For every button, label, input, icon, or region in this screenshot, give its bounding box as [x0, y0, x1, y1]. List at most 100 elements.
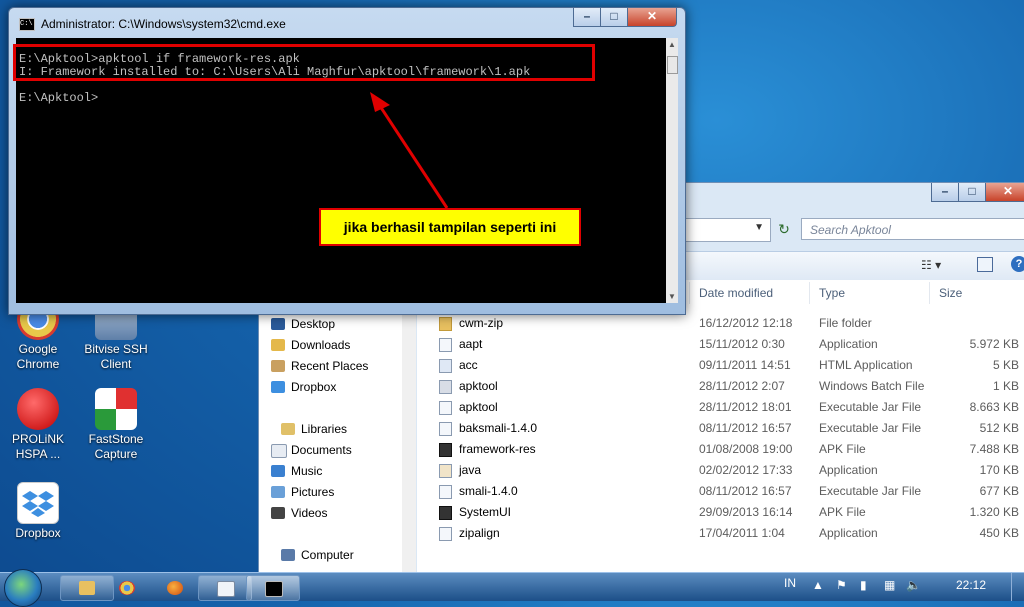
- jar-file-icon: [439, 485, 452, 499]
- nav-label: Music: [291, 464, 323, 478]
- console-scrollbar[interactable]: ▲ ▼: [666, 38, 678, 303]
- navigation-scrollbar[interactable]: [402, 280, 416, 573]
- taskbar-chrome-button[interactable]: [100, 575, 154, 601]
- address-dropdown-icon[interactable]: ▼: [754, 222, 764, 233]
- file-date: 02/02/2012 17:33: [699, 463, 793, 477]
- table-row[interactable]: cwm-zip 16/12/2012 12:18 File folder: [417, 313, 1024, 334]
- pictures-icon: [271, 486, 285, 498]
- desktop-icon-dropbox[interactable]: Dropbox: [2, 482, 74, 541]
- table-row[interactable]: baksmali-1.4.0 08/11/2012 16:57 Executable…: [417, 418, 1024, 439]
- nav-item-pictures[interactable]: Pictures: [271, 482, 335, 502]
- cmd-minimize-button[interactable]: –: [573, 8, 601, 27]
- nav-item-recent-places[interactable]: Recent Places: [271, 356, 369, 376]
- videos-icon: [271, 507, 285, 519]
- file-name: acc: [459, 358, 478, 372]
- file-type: Application: [819, 463, 878, 477]
- firefox-icon: [167, 581, 183, 595]
- clock[interactable]: 22:12: [956, 578, 986, 592]
- volume-icon[interactable]: 🔈: [906, 578, 921, 592]
- desktop-icon-label: PROLiNK HSPA ...: [11, 432, 64, 461]
- desktop-icon-label: Bitvise SSH Client: [84, 342, 148, 371]
- explorer-close-button[interactable]: ✕: [985, 183, 1024, 202]
- scroll-down-icon[interactable]: ▼: [668, 292, 676, 301]
- tray-expand-icon[interactable]: ▲: [812, 578, 824, 592]
- cmd-maximize-button[interactable]: □: [600, 8, 628, 27]
- table-row[interactable]: framework-res 01/08/2008 19:00 APK File 7.4…: [417, 439, 1024, 460]
- battery-icon[interactable]: ▮: [860, 578, 867, 592]
- cmd-icon: [265, 581, 283, 597]
- view-options-icon[interactable]: ☷ ▾: [921, 258, 941, 272]
- table-row[interactable]: aapt 15/11/2012 0:30 Application 5.972 KB: [417, 334, 1024, 355]
- table-row[interactable]: zipalign 17/04/2011 1:04 Application 450 KB: [417, 523, 1024, 544]
- navigation-pane: Desktop Downloads Recent Places Dropbox …: [259, 280, 408, 573]
- scroll-up-icon[interactable]: ▲: [668, 40, 676, 49]
- column-divider[interactable]: [689, 282, 690, 304]
- nav-item-documents[interactable]: Documents: [271, 440, 352, 460]
- table-row[interactable]: apktool 28/11/2012 18:01 Executable Jar Fi…: [417, 397, 1024, 418]
- cmd-close-button[interactable]: ✕: [627, 8, 677, 27]
- chrome-icon: [119, 581, 135, 595]
- table-row[interactable]: java 02/02/2012 17:33 Application 170 KB: [417, 460, 1024, 481]
- table-row[interactable]: acc 09/11/2011 14:51 HTML Application 5 KB: [417, 355, 1024, 376]
- file-name: zipalign: [459, 526, 500, 540]
- action-center-icon[interactable]: ⚑: [836, 578, 847, 592]
- show-desktop-button[interactable]: [1011, 573, 1024, 601]
- downloads-icon: [271, 339, 285, 351]
- file-size: 1 KB: [992, 379, 1019, 393]
- file-date: 15/11/2012 0:30: [699, 337, 785, 351]
- help-icon[interactable]: ?: [1011, 256, 1024, 272]
- documents-icon: [271, 444, 287, 458]
- file-name: baksmali-1.4.0: [459, 421, 538, 435]
- table-row[interactable]: smali-1.4.0 08/11/2012 16:57 Executable Ja…: [417, 481, 1024, 502]
- language-indicator[interactable]: IN: [784, 576, 796, 590]
- nav-label: Desktop: [291, 317, 336, 331]
- nav-item-downloads[interactable]: Downloads: [271, 335, 350, 355]
- file-date: 08/11/2012 16:57: [699, 421, 792, 435]
- file-date: 29/09/2013 16:14: [699, 505, 793, 519]
- desktop-icon-prolink[interactable]: PROLiNK HSPA ...: [2, 388, 74, 462]
- scroll-thumb[interactable]: [667, 56, 678, 74]
- file-size: 5.972 KB: [969, 337, 1019, 351]
- nav-item-music[interactable]: Music: [271, 461, 323, 481]
- file-size: 7.488 KB: [969, 442, 1019, 456]
- nav-item-libraries[interactable]: Libraries: [281, 419, 347, 439]
- taskbar-cmd-button[interactable]: [246, 575, 300, 601]
- start-button[interactable]: [4, 569, 42, 607]
- column-header-size[interactable]: Size: [939, 286, 962, 300]
- desktop-icon-label: Dropbox: [15, 526, 61, 540]
- console-line: E:\Apktool>: [19, 91, 99, 105]
- file-date: 08/11/2012 16:57: [699, 484, 792, 498]
- nav-label: Computer: [301, 548, 354, 562]
- refresh-button[interactable]: ↻: [771, 220, 797, 240]
- file-date: 09/11/2011 14:51: [699, 358, 791, 372]
- nav-item-videos[interactable]: Videos: [271, 503, 327, 523]
- nav-label: Recent Places: [291, 359, 369, 373]
- file-type: Executable Jar File: [819, 421, 922, 435]
- preview-pane-icon[interactable]: [977, 257, 993, 272]
- column-header-type[interactable]: Type: [819, 286, 845, 300]
- column-divider[interactable]: [809, 282, 810, 304]
- nav-item-desktop[interactable]: Desktop: [271, 314, 336, 334]
- nav-label: Pictures: [291, 485, 335, 499]
- file-name: framework-res: [459, 442, 536, 456]
- explorer-maximize-button[interactable]: □: [958, 183, 986, 202]
- application-icon: [439, 338, 452, 352]
- jar-file-icon: [439, 422, 452, 436]
- taskbar-firefox-button[interactable]: [148, 575, 202, 601]
- desktop-icon-faststone[interactable]: FastStone Capture: [80, 388, 152, 462]
- file-name: apktool: [459, 400, 498, 414]
- nav-item-computer[interactable]: Computer: [281, 545, 354, 565]
- recent-places-icon: [271, 360, 285, 372]
- search-input[interactable]: Search Apktool: [801, 218, 1024, 240]
- file-type: APK File: [819, 442, 866, 456]
- column-header-date[interactable]: Date modified: [699, 286, 773, 300]
- table-row[interactable]: SystemUI 29/09/2013 16:14 APK File 1.320 KB: [417, 502, 1024, 523]
- taskbar-notepad-button[interactable]: [198, 575, 252, 601]
- nav-item-dropbox[interactable]: Dropbox: [271, 377, 336, 397]
- table-row[interactable]: apktool 28/11/2012 2:07 Windows Batch File…: [417, 376, 1024, 397]
- file-name: smali-1.4.0: [459, 484, 518, 498]
- column-divider[interactable]: [929, 282, 930, 304]
- network-icon[interactable]: ▦: [884, 578, 895, 592]
- explorer-minimize-button[interactable]: –: [931, 183, 959, 202]
- java-icon: [439, 464, 452, 478]
